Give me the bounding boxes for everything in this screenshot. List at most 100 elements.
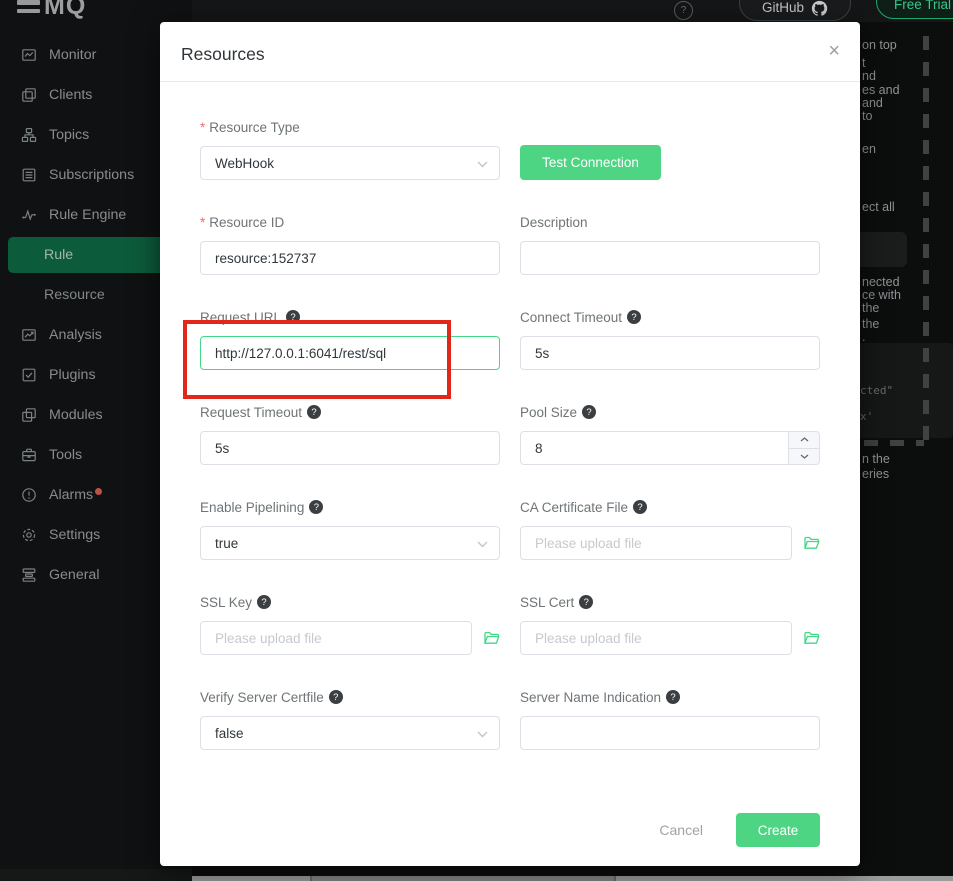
field-request-timeout: Request Timeout ?: [200, 403, 500, 465]
bg-text-fragment: the: [862, 301, 879, 315]
pool-size-input[interactable]: [520, 431, 820, 465]
ca-certificate-input[interactable]: [520, 526, 792, 560]
github-octocat-icon: [811, 0, 828, 17]
logo-text: MQ: [44, 0, 86, 15]
subscriptions-icon: [20, 167, 37, 184]
ssl-cert-input[interactable]: [520, 621, 792, 655]
sidebar-item-label: Rule: [44, 247, 73, 263]
enable-pipelining-value: true: [215, 536, 238, 551]
rule-engine-icon: [20, 207, 37, 224]
enable-pipelining-select[interactable]: true: [200, 526, 500, 560]
verify-server-certfile-select[interactable]: false: [200, 716, 500, 750]
server-name-indication-input[interactable]: [520, 716, 820, 750]
bg-text-fragment: en: [862, 142, 876, 156]
field-label: SSL Cert ?: [520, 593, 820, 611]
help-icon[interactable]: ?: [633, 500, 647, 514]
help-icon[interactable]: ?: [674, 1, 693, 20]
alarms-icon: [20, 487, 37, 504]
help-icon[interactable]: ?: [307, 405, 321, 419]
field-test-connection: Test Connection: [520, 118, 820, 180]
field-ssl-key: SSL Key ?: [200, 593, 500, 655]
number-stepper: [788, 432, 819, 464]
bg-text-fragment: ect all: [862, 200, 895, 214]
cancel-button[interactable]: Cancel: [659, 822, 703, 838]
request-url-input[interactable]: [200, 336, 500, 370]
field-label: CA Certificate File ?: [520, 498, 820, 516]
resource-id-input[interactable]: [200, 241, 500, 275]
dashed-border-horizontal: [864, 440, 924, 446]
stepper-up-button[interactable]: [789, 432, 819, 449]
field-ca-certificate: CA Certificate File ?: [520, 498, 820, 560]
connect-timeout-input[interactable]: [520, 336, 820, 370]
scrollbar-thumb[interactable]: [310, 876, 614, 881]
github-label: GitHub: [762, 0, 804, 15]
sidebar-item-label: Modules: [49, 407, 103, 423]
bg-text-fragment: nd: [862, 69, 876, 83]
sidebar-item-label: Tools: [49, 447, 82, 463]
required-marker: *: [200, 120, 205, 135]
close-icon[interactable]: ×: [828, 41, 840, 61]
sidebar-item-label: Alarms: [49, 487, 93, 503]
description-input[interactable]: [520, 241, 820, 275]
bg-text-fragment: .: [862, 330, 865, 344]
scrollbar-separator: [310, 876, 312, 881]
help-icon[interactable]: ?: [582, 405, 596, 419]
bg-text-fragment: ce with: [862, 288, 901, 302]
field-label: SSL Key ?: [200, 593, 500, 611]
field-enable-pipelining: Enable Pipelining ? true: [200, 498, 500, 560]
resources-modal: Resources × * Resource Type WebHook Test…: [160, 22, 860, 866]
field-label: Description: [520, 213, 820, 231]
help-icon[interactable]: ?: [579, 595, 593, 609]
sidebar-item-rule[interactable]: Rule: [8, 237, 184, 273]
folder-upload-icon[interactable]: [804, 536, 820, 550]
emqx-logo[interactable]: MQ: [17, 0, 86, 15]
sidebar-item-label: Settings: [49, 527, 100, 543]
field-label: * Resource ID: [200, 213, 500, 231]
analysis-icon: [20, 327, 37, 344]
tools-icon: [20, 447, 37, 464]
test-connection-button[interactable]: Test Connection: [520, 145, 661, 180]
sidebar-bottom-strip: [0, 869, 192, 881]
modal-title: Resources: [181, 44, 265, 65]
field-label: * Resource Type: [200, 118, 500, 136]
help-icon[interactable]: ?: [666, 690, 680, 704]
horizontal-scrollbar[interactable]: [192, 876, 953, 881]
sidebar-item-label: Clients: [49, 87, 92, 103]
bg-text-fragment: on top: [862, 38, 897, 52]
help-icon[interactable]: ?: [309, 500, 323, 514]
bg-text-fragment: the: [862, 317, 879, 331]
request-timeout-input[interactable]: [200, 431, 500, 465]
sidebar-item-label: Plugins: [49, 367, 96, 383]
clients-icon: [20, 87, 37, 104]
github-button[interactable]: GitHub: [739, 0, 851, 21]
field-resource-id: * Resource ID: [200, 213, 500, 275]
bg-text-fragment: n the: [862, 452, 890, 466]
resource-type-value: WebHook: [215, 156, 274, 171]
ssl-key-input[interactable]: [200, 621, 472, 655]
help-icon[interactable]: ?: [329, 690, 343, 704]
modal-body: * Resource Type WebHook Test Connection …: [160, 82, 860, 750]
bg-text-fragment: es and: [862, 83, 900, 97]
folder-upload-icon[interactable]: [484, 631, 500, 645]
create-button[interactable]: Create: [736, 813, 820, 847]
stepper-down-button[interactable]: [789, 449, 819, 465]
field-label: Server Name Indication ?: [520, 688, 820, 706]
sidebar-item-label: Rule Engine: [49, 207, 126, 223]
chevron-down-icon: [477, 161, 488, 168]
help-icon[interactable]: ?: [286, 310, 300, 324]
free-trial-button[interactable]: Free Trial: [876, 0, 953, 19]
bg-code-line: x': [860, 410, 873, 423]
free-trial-label: Free Trial: [894, 0, 951, 12]
folder-upload-icon[interactable]: [804, 631, 820, 645]
help-icon[interactable]: ?: [627, 310, 641, 324]
monitor-icon: [20, 47, 37, 64]
sidebar-item-label: Topics: [49, 127, 89, 143]
resource-type-select[interactable]: WebHook: [200, 146, 500, 180]
help-icon[interactable]: ?: [257, 595, 271, 609]
sidebar-item-label: General: [49, 567, 99, 583]
dashed-border-vertical: [923, 36, 929, 440]
bg-code-line: cted": [860, 384, 893, 397]
field-label: Pool Size ?: [520, 403, 820, 421]
sidebar-item-label: Resource: [44, 287, 105, 303]
sidebar-item-label: Monitor: [49, 47, 96, 63]
